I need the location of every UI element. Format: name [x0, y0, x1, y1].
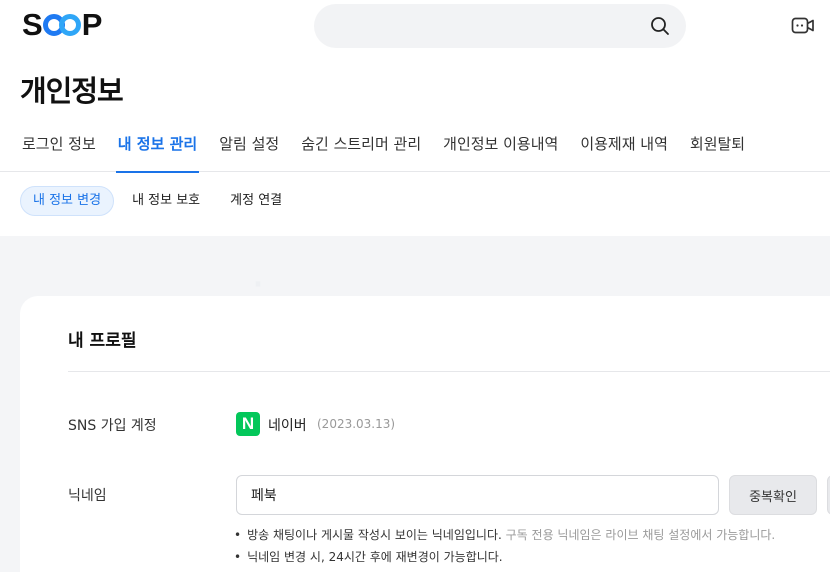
note-main: 닉네임 변경 시, 24시간 후에 재변경이 가능합니다.: [247, 550, 503, 564]
logo-rings: [42, 14, 81, 36]
nickname-note: • 방송 채팅이나 게시물 작성시 보이는 닉네임입니다. 구독 전용 닉네임은 …: [234, 528, 776, 542]
subtab-protect-info[interactable]: 내 정보 보호: [120, 186, 212, 216]
tab-sanction-history[interactable]: 이용제재 내역: [580, 126, 668, 172]
sns-join-date: (2023.03.13): [317, 417, 396, 431]
main-tabs: 로그인 정보 내 정보 관리 알림 설정 숨긴 스트리머 관리 개인정보 이용내…: [0, 126, 830, 173]
nickname-input[interactable]: [236, 475, 719, 515]
tab-hidden-streamers[interactable]: 숨긴 스트리머 관리: [301, 126, 421, 172]
sns-account-label: SNS 가입 계정: [68, 418, 157, 434]
nickname-notes: • 방송 채팅이나 게시물 작성시 보이는 닉네임입니다. 구독 전용 닉네임은 …: [234, 524, 775, 568]
top-header: S P: [0, 0, 830, 52]
sns-provider-name: 네이버: [268, 418, 307, 434]
tab-notification-settings[interactable]: 알림 설정: [219, 126, 279, 172]
search-icon[interactable]: [650, 16, 670, 36]
naver-icon: N: [236, 412, 260, 436]
sub-tabs: 내 정보 변경 내 정보 보호 계정 연결: [20, 186, 300, 216]
logo-letter-s: S: [22, 7, 43, 42]
tab-login-info[interactable]: 로그인 정보: [22, 126, 96, 172]
profile-title: 내 프로필: [68, 331, 137, 351]
note-main: 방송 채팅이나 게시물 작성시 보이는 닉네임입니다.: [247, 528, 502, 542]
page-title: 개인정보: [20, 74, 124, 108]
search-input[interactable]: [332, 14, 632, 38]
soop-logo[interactable]: S P: [22, 7, 103, 42]
logo-letter-p: P: [81, 7, 103, 42]
note-sub: 구독 전용 닉네임은 라이브 채팅 설정에서 가능합니다.: [505, 528, 776, 542]
live-camera-icon[interactable]: [791, 15, 815, 37]
search-bar: [314, 4, 686, 48]
tab-withdraw[interactable]: 회원탈퇴: [690, 126, 745, 172]
subtab-edit-info[interactable]: 내 정보 변경: [20, 186, 115, 216]
card-divider: [68, 371, 830, 372]
nickname-note: • 닉네임 변경 시, 24시간 후에 재변경이 가능합니다.: [234, 550, 503, 564]
nickname-label: 닉네임: [68, 488, 107, 504]
subtab-account-link[interactable]: 계정 연결: [218, 186, 294, 216]
tab-my-info[interactable]: 내 정보 관리: [115, 126, 200, 173]
profile-card: 내 프로필 SNS 가입 계정 N 네이버 (2023.03.13) 닉네임 중…: [20, 296, 830, 572]
duplicate-check-button[interactable]: 중복확인: [729, 475, 817, 515]
tab-privacy-history[interactable]: 개인정보 이용내역: [443, 126, 558, 172]
